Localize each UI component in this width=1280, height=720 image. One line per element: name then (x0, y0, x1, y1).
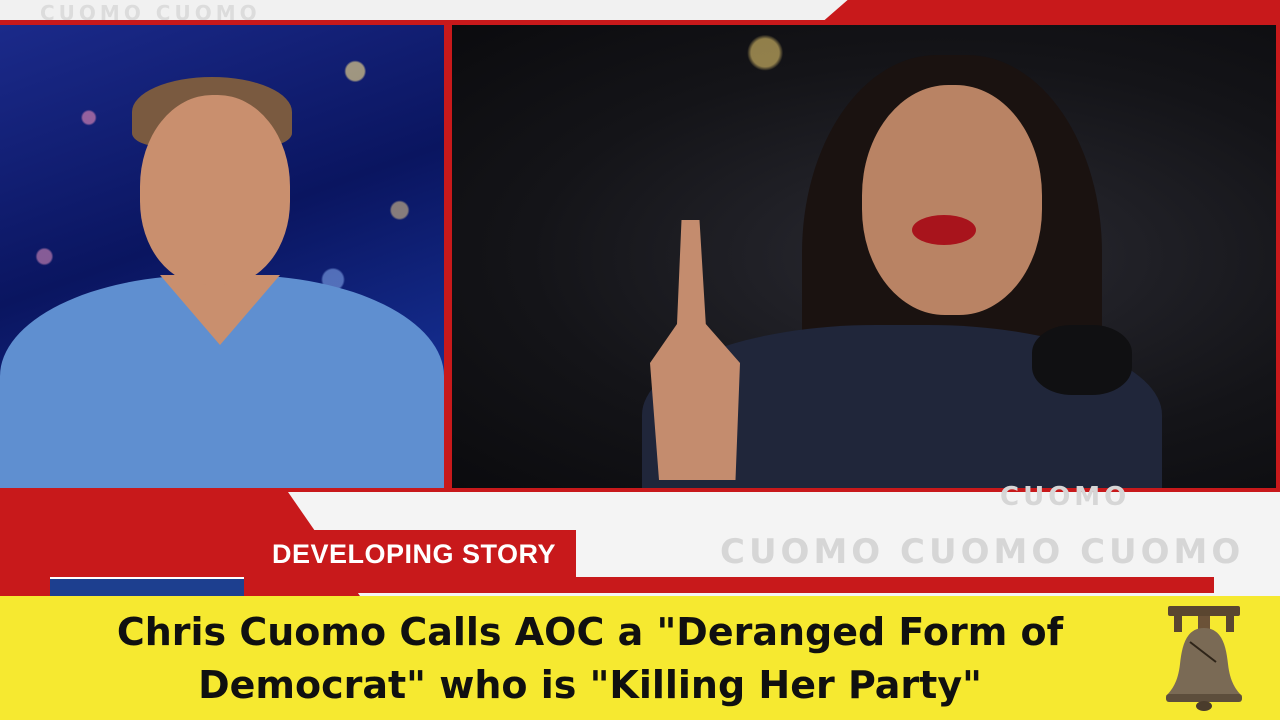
liberty-bell-icon (1166, 606, 1242, 711)
lower-third-red-rule (252, 577, 1214, 593)
host-video-panel (0, 25, 444, 488)
title-banner: Chris Cuomo Calls AOC a "Deranged Form o… (0, 596, 1280, 720)
speaker-face-shape (862, 85, 1042, 315)
lower-ghost-text-lower: CUOMO CUOMO CUOMO (720, 532, 1245, 572)
speaker-lips-shape (912, 215, 976, 245)
host-head-shape (140, 95, 290, 285)
microphone-shape (1032, 325, 1132, 395)
speaker-pointing-hand-shape (650, 220, 740, 480)
speaker-photo-panel (452, 25, 1276, 488)
video-thumbnail: CUOMO CUOMO CUOMO CUOMO CUOMO CUOMO DEVE… (0, 0, 1280, 720)
split-screen-frame (0, 20, 1280, 492)
lower-ghost-text-upper: CUOMO (1000, 482, 1131, 512)
developing-story-label: DEVELOPING STORY (252, 530, 576, 578)
headline-title: Chris Cuomo Calls AOC a "Deranged Form o… (116, 610, 1064, 707)
